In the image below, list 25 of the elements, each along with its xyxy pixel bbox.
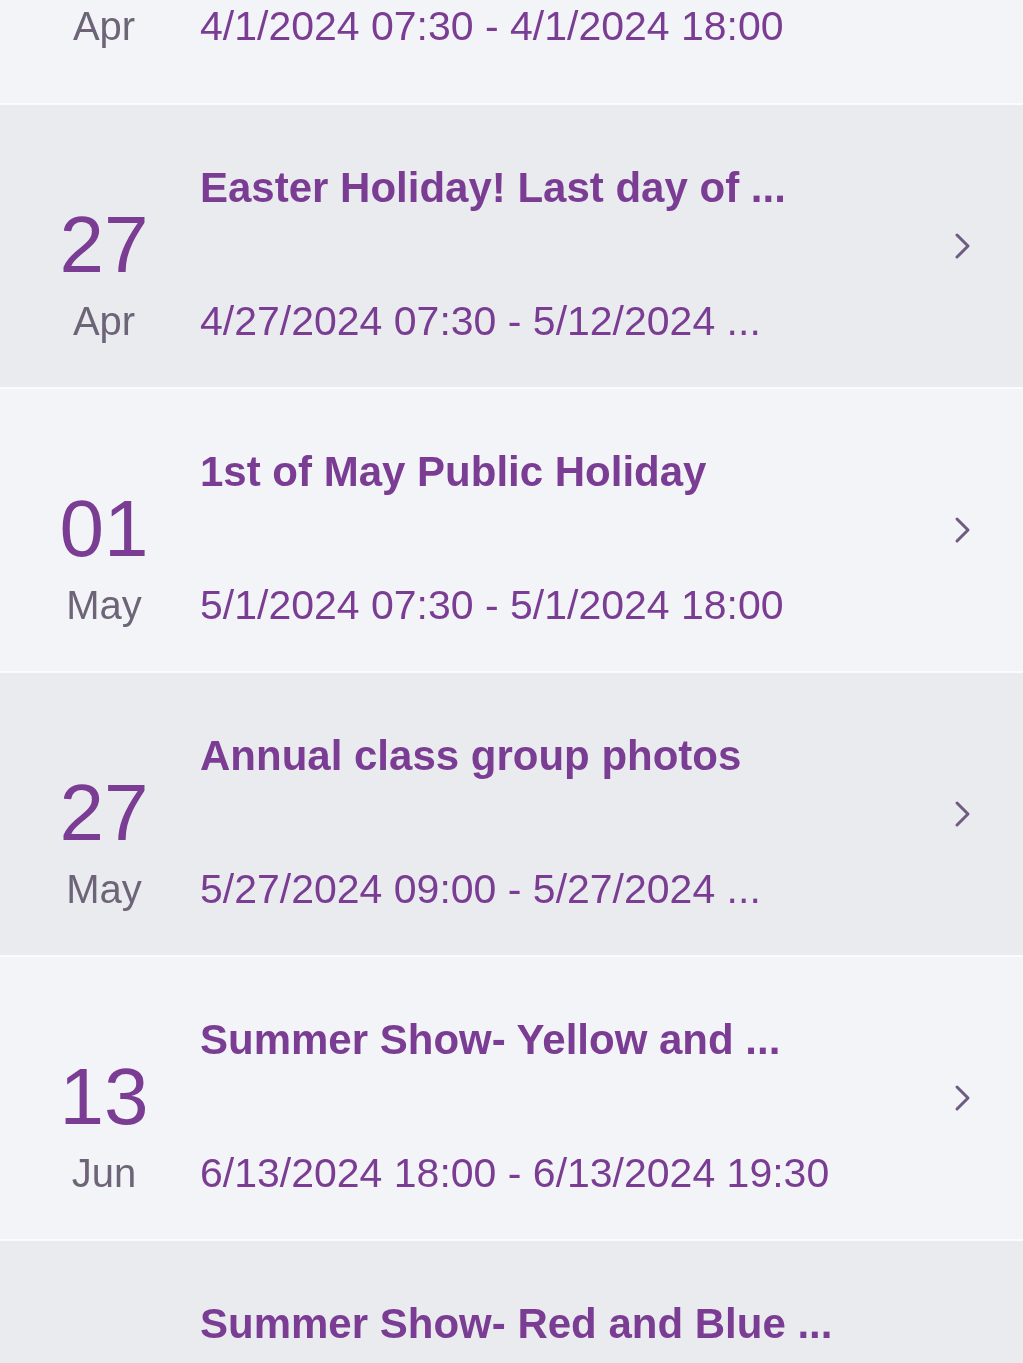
event-month: May — [65, 866, 142, 912]
event-title: Easter Holiday! Last day of ... — [200, 163, 787, 212]
event-month: May — [65, 582, 142, 628]
event-row[interactable]: 13 Summer Show- Yellow and ... Jun 6/13/2024 18:00 - 6/13/2024 19:30 — [0, 957, 1023, 1239]
event-row[interactable]: 27 Easter Holiday! Last day of ... Apr 4/27/2024 07:30 - 5/12/2024 ... — [0, 105, 1023, 387]
event-dates: 6/13/2024 18:00 - 6/13/2024 19:30 — [200, 1149, 831, 1197]
event-title: Summer Show- Red and Blue ... — [200, 1299, 834, 1348]
event-title: Summer Show- Yellow and ... — [200, 1015, 782, 1064]
event-row[interactable]: Apr 4/1/2024 07:30 - 4/1/2024 18:00 — [0, 0, 1023, 103]
event-day: 13 — [51, 1057, 149, 1137]
event-title: 1st of May Public Holiday — [200, 447, 708, 496]
event-month: Apr — [71, 298, 136, 344]
event-row[interactable]: 27 Annual class group photos May 5/27/2024 09:00 - 5/27/2024 ... — [0, 673, 1023, 955]
event-dates: 5/27/2024 09:00 - 5/27/2024 ... — [200, 865, 762, 913]
event-row[interactable]: 01 1st of May Public Holiday May 5/1/2024 07:30 - 5/1/2024 18:00 — [0, 389, 1023, 671]
event-month: Apr — [71, 3, 136, 49]
event-day: 27 — [51, 205, 149, 285]
event-day: 27 — [51, 773, 149, 853]
event-month: Jun — [70, 1150, 137, 1196]
event-dates: 4/1/2024 07:30 - 4/1/2024 18:00 — [200, 2, 785, 50]
event-dates: 4/27/2024 07:30 - 5/12/2024 ... — [200, 297, 762, 345]
event-title: Annual class group photos — [200, 731, 743, 780]
event-row[interactable]: Summer Show- Red and Blue ... — [0, 1241, 1023, 1363]
event-dates: 5/1/2024 07:30 - 5/1/2024 18:00 — [200, 581, 785, 629]
event-day: 01 — [51, 489, 149, 569]
